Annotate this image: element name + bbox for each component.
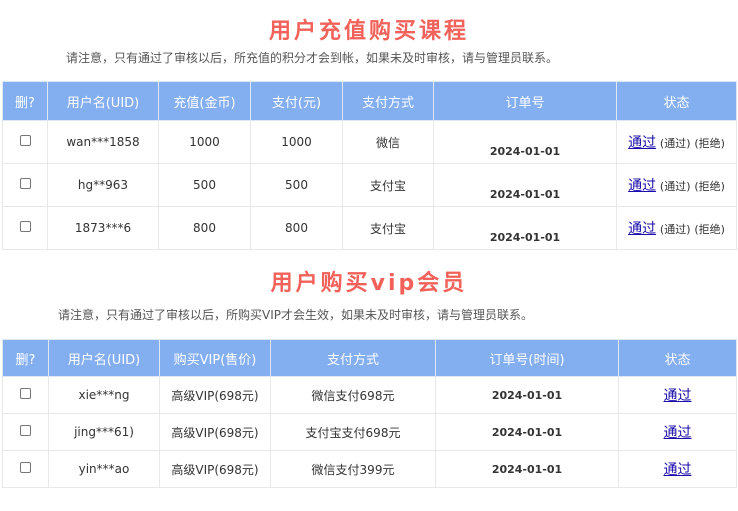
header-status: 状态: [618, 339, 737, 377]
method-cell: 微信: [342, 120, 434, 164]
method-cell: 支付宝: [342, 163, 434, 207]
vip-cell: 高级VIP(698元): [159, 450, 271, 488]
header-method: 支付方式: [270, 339, 436, 377]
approve-small-link[interactable]: (通过): [660, 137, 691, 150]
reject-link[interactable]: (拒绝): [694, 137, 725, 150]
header-username: 用户名(UID): [48, 339, 160, 377]
method-cell: 微信支付399元: [270, 450, 436, 488]
course-section-title: 用户充值购买课程: [268, 19, 469, 44]
status-cell: 通过: [618, 450, 737, 488]
course-notice: 请注意，只有通过了审核以后，所充值的积分才会到帐，如果未及时审核，请与管理员联系…: [66, 51, 559, 65]
header-delete: 删?: [2, 81, 48, 121]
header-username: 用户名(UID): [47, 81, 159, 121]
order-cell: 2024-01-01: [435, 413, 619, 451]
course-table-header: 删? 用户名(UID) 充值(金币) 支付(元) 支付方式 订单号 状态: [2, 81, 737, 121]
table-row: yin***ao 高级VIP(698元) 微信支付399元 2024-01-01…: [2, 450, 737, 488]
status-cell: 通过: [618, 376, 737, 414]
status-cell: 通过: [618, 413, 737, 451]
order-cell: 2024-01-01: [433, 163, 617, 207]
paid-cell: 800: [250, 206, 343, 250]
approve-link[interactable]: 通过: [628, 135, 656, 151]
header-order: 订单号: [433, 81, 617, 121]
vip-section-title: 用户购买vip会员: [270, 271, 468, 296]
username-cell: yin***ao: [48, 450, 160, 488]
approve-link[interactable]: 通过: [664, 425, 692, 441]
vip-notice: 请注意，只有通过了审核以后，所购买VIP才会生效，如果未及时审核，请与管理员联系…: [58, 308, 533, 322]
approve-small-link[interactable]: (通过): [660, 180, 691, 193]
gold-cell: 800: [158, 206, 251, 250]
table-row: xie***ng 高级VIP(698元) 微信支付698元 2024-01-01…: [2, 376, 737, 414]
gold-cell: 1000: [158, 120, 251, 164]
delete-checkbox[interactable]: [19, 178, 31, 189]
order-cell: 2024-01-01: [433, 206, 617, 250]
username-cell: xie***ng: [48, 376, 160, 414]
vip-cell: 高级VIP(698元): [159, 376, 271, 414]
delete-checkbox[interactable]: [19, 135, 31, 146]
header-vip: 购买VIP(售价): [159, 339, 271, 377]
order-cell: 2024-01-01: [435, 450, 619, 488]
status-cell: 通过 (通过) (拒绝): [616, 163, 737, 207]
vip-table: 删? 用户名(UID) 购买VIP(售价) 支付方式 订单号(时间) 状态 xi…: [2, 339, 737, 488]
table-row: hg**963 500 500 支付宝 2024-01-01 通过 (通过) (…: [2, 163, 737, 207]
order-cell: 2024-01-01: [435, 376, 619, 414]
gold-cell: 500: [158, 163, 251, 207]
reject-link[interactable]: (拒绝): [694, 180, 725, 193]
username-cell: jing***61): [48, 413, 160, 451]
header-method: 支付方式: [342, 81, 434, 121]
header-order-time: 订单号(时间): [435, 339, 619, 377]
delete-checkbox[interactable]: [19, 221, 31, 232]
paid-cell: 500: [250, 163, 343, 207]
reject-link[interactable]: (拒绝): [694, 223, 725, 236]
header-paid: 支付(元): [250, 81, 343, 121]
status-cell: 通过 (通过) (拒绝): [616, 206, 737, 250]
approve-link[interactable]: 通过: [664, 388, 692, 404]
status-cell: 通过 (通过) (拒绝): [616, 120, 737, 164]
delete-checkbox[interactable]: [20, 462, 31, 473]
approve-link[interactable]: 通过: [628, 221, 656, 237]
delete-checkbox[interactable]: [20, 425, 31, 436]
course-table: 删? 用户名(UID) 充值(金币) 支付(元) 支付方式 订单号 状态 wan…: [2, 81, 737, 250]
method-cell: 支付宝: [342, 206, 434, 250]
approve-link[interactable]: 通过: [664, 462, 692, 478]
vip-table-header: 删? 用户名(UID) 购买VIP(售价) 支付方式 订单号(时间) 状态: [2, 339, 737, 377]
method-cell: 微信支付698元: [270, 376, 436, 414]
header-status: 状态: [616, 81, 737, 121]
username-cell: 1873***6: [47, 206, 159, 250]
order-cell: 2024-01-01: [433, 120, 617, 164]
delete-checkbox[interactable]: [20, 388, 31, 399]
table-row: jing***61) 高级VIP(698元) 支付宝支付698元 2024-01…: [2, 413, 737, 451]
approve-small-link[interactable]: (通过): [660, 223, 691, 236]
header-delete: 删?: [2, 339, 49, 377]
username-cell: wan***1858: [47, 120, 159, 164]
method-cell: 支付宝支付698元: [270, 413, 436, 451]
paid-cell: 1000: [250, 120, 343, 164]
approve-link[interactable]: 通过: [628, 178, 656, 194]
username-cell: hg**963: [47, 163, 159, 207]
table-row: 1873***6 800 800 支付宝 2024-01-01 通过 (通过) …: [2, 206, 737, 250]
vip-cell: 高级VIP(698元): [159, 413, 271, 451]
table-row: wan***1858 1000 1000 微信 2024-01-01 通过 (通…: [2, 120, 737, 164]
header-gold: 充值(金币): [158, 81, 251, 121]
